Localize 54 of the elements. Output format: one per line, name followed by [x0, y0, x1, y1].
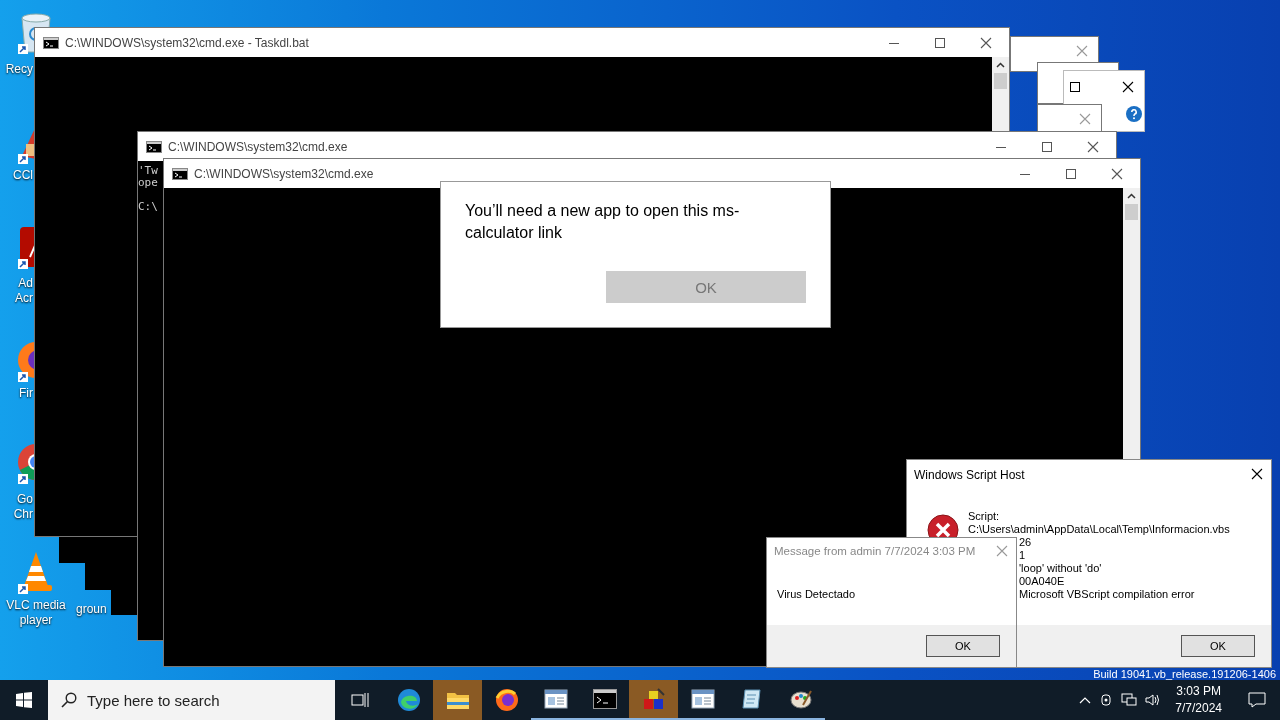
console-icon — [43, 36, 59, 49]
icon-label[interactable]: Fir — [19, 386, 33, 401]
volume-icon[interactable] — [1145, 693, 1162, 707]
browser-icon — [396, 688, 421, 712]
chevron-icon[interactable] — [1079, 696, 1092, 704]
console-icon — [592, 689, 617, 709]
build-text: Build 19041.vb_release.191206-1406 — [1093, 668, 1276, 680]
help-icon[interactable] — [1126, 106, 1142, 122]
dialog-message: You’ll need a new app to open this ms-calculator link — [465, 201, 741, 243]
icon-label[interactable]: groun — [76, 602, 107, 617]
folder-icon — [445, 690, 470, 710]
device-icon[interactable] — [1099, 693, 1114, 707]
console-text: C:\ — [138, 201, 158, 213]
taskbar-button[interactable] — [629, 680, 678, 720]
maximize-icon[interactable] — [1069, 81, 1081, 93]
blocks-icon — [641, 687, 666, 711]
icon-label[interactable]: Ad Acr — [15, 276, 33, 306]
notification-icon[interactable] — [1248, 692, 1266, 708]
ok-button[interactable]: OK — [1181, 635, 1255, 657]
icon-label[interactable]: CCl — [13, 168, 33, 183]
window-icon — [690, 689, 715, 709]
firefox-icon — [494, 688, 519, 712]
close-icon[interactable] — [1122, 81, 1134, 93]
console-text: 'Tw — [138, 165, 158, 177]
clock[interactable]: 3:03 PM 7/7/2024 — [1175, 683, 1222, 717]
ok-button[interactable]: OK — [606, 271, 806, 303]
network-icon[interactable] — [1121, 693, 1138, 707]
error-detail: Microsoft VBScript compilation error — [1019, 588, 1195, 601]
error-detail: 26 — [1019, 536, 1032, 549]
error-detail: 00A040E — [1019, 575, 1065, 588]
window-title: Windows Script Host — [914, 468, 1025, 482]
close-icon[interactable] — [1251, 468, 1263, 480]
window-title: C:\WINDOWS\system32\cmd.exe — [194, 166, 375, 181]
error-detail: 1 — [1019, 549, 1026, 562]
error-detail: 'loop' without 'do' — [1019, 562, 1102, 575]
icon-label[interactable]: Recy — [5, 62, 33, 77]
icon-label[interactable]: VLC media player — [6, 598, 66, 628]
message-text: Virus Detectado — [776, 587, 857, 602]
notepad-icon — [739, 687, 764, 711]
icon-label[interactable]: Go Chr — [13, 492, 33, 522]
console-text: ope — [138, 177, 158, 189]
console-icon — [172, 167, 188, 180]
error-detail: C:\Users\admin\AppData\Local\Temp\Informacion.vbs — [968, 523, 1230, 536]
error-detail: Script: — [968, 510, 1000, 523]
console-icon — [146, 140, 162, 153]
window-title: C:\WINDOWS\system32\cmd.exe - Taskdl.bat — [65, 35, 310, 50]
window-title: C:\WINDOWS\system32\cmd.exe — [168, 139, 349, 154]
window-icon — [543, 689, 568, 709]
search-field[interactable]: Type here to search — [48, 680, 335, 720]
scroll-thumb[interactable] — [994, 73, 1007, 89]
ok-button[interactable]: OK — [926, 635, 1000, 657]
task-view-icon — [350, 692, 369, 708]
scroll-thumb[interactable] — [1125, 204, 1138, 220]
window-title: Message from admin 7/7/2024 3:03 PM — [774, 545, 976, 557]
